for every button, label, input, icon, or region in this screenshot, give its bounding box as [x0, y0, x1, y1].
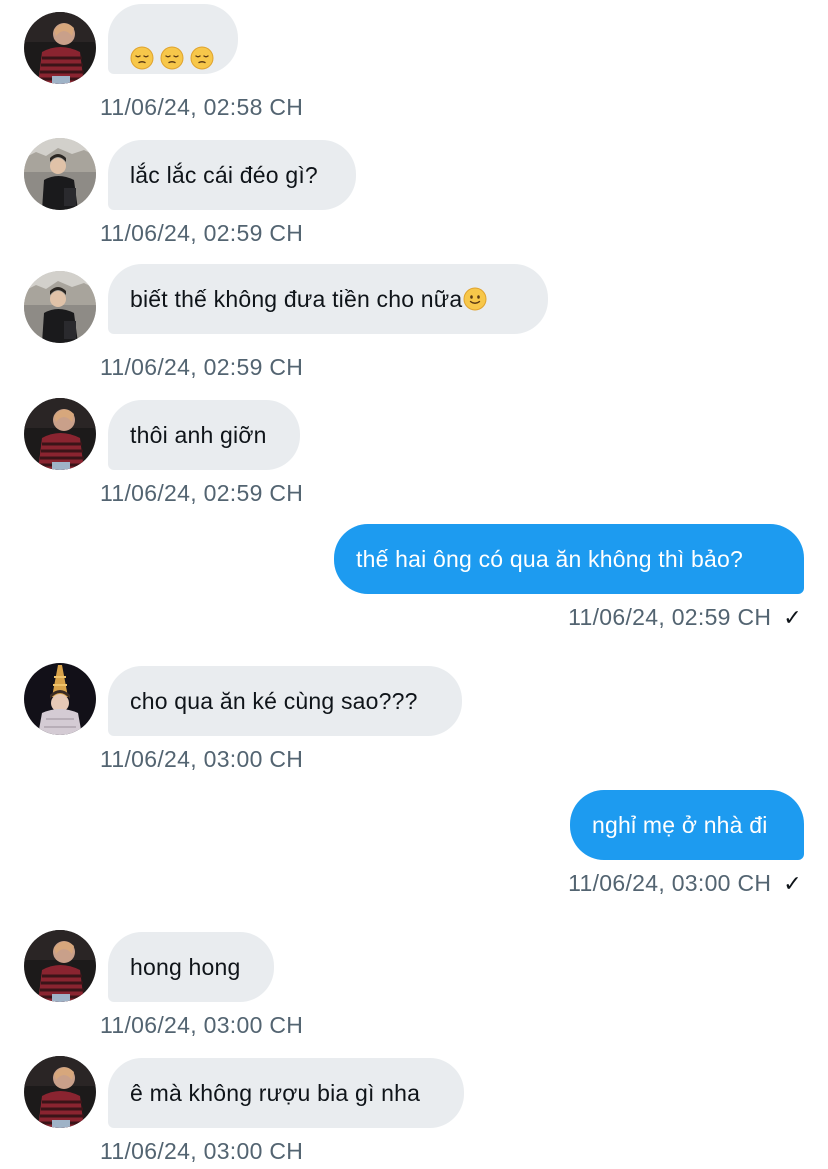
pensive-face-icon	[190, 27, 214, 70]
message-timestamp: 11/06/24, 02:58 CH	[100, 92, 303, 122]
message-timestamp: 11/06/24, 02:59 CH	[100, 478, 303, 508]
message-text: thôi anh giỡn	[130, 422, 267, 448]
sent-check-icon: ✓	[783, 871, 802, 896]
message-timestamp: 11/06/24, 03:00 CH ✓	[568, 868, 802, 899]
timestamp-text: 11/06/24, 03:00 CH	[568, 870, 772, 896]
sender-avatar[interactable]	[24, 138, 96, 210]
outgoing-message-bubble[interactable]: nghỉ mẹ ở nhà đi	[570, 790, 804, 860]
incoming-message-bubble[interactable]: thôi anh giỡn	[108, 400, 300, 470]
message-text: cho qua ăn ké cùng sao???	[130, 688, 418, 714]
incoming-message-bubble[interactable]: cho qua ăn ké cùng sao???	[108, 666, 462, 736]
timestamp-text: 11/06/24, 03:00 CH	[100, 1138, 304, 1164]
slightly-smiling-face-icon	[463, 268, 487, 311]
conversation-thread: 11/06/24, 02:58 CH lắc lắc cái đéo gì? 11…	[0, 0, 828, 1169]
sender-avatar[interactable]	[24, 271, 96, 343]
incoming-message-bubble[interactable]: hong hong	[108, 932, 274, 1002]
message-timestamp: 11/06/24, 02:59 CH ✓	[568, 602, 802, 633]
outgoing-message-bubble[interactable]: thế hai ông có qua ăn không thì bảo?	[334, 524, 804, 594]
emoji-row	[130, 4, 216, 74]
timestamp-text: 11/06/24, 02:58 CH	[100, 94, 304, 120]
sender-avatar[interactable]	[24, 930, 96, 1002]
sender-avatar[interactable]	[24, 12, 96, 84]
message-timestamp: 11/06/24, 03:00 CH	[100, 744, 303, 774]
sender-avatar[interactable]	[24, 398, 96, 470]
incoming-message-bubble[interactable]	[108, 4, 238, 74]
timestamp-text: 11/06/24, 02:59 CH	[568, 604, 772, 630]
timestamp-text: 11/06/24, 02:59 CH	[100, 220, 304, 246]
message-timestamp: 11/06/24, 03:00 CH	[100, 1136, 303, 1166]
sent-check-icon: ✓	[783, 605, 802, 630]
message-timestamp: 11/06/24, 02:59 CH	[100, 352, 303, 382]
message-text: hong hong	[130, 954, 241, 980]
timestamp-text: 11/06/24, 03:00 CH	[100, 746, 304, 772]
message-text: thế hai ông có qua ăn không thì bảo?	[356, 546, 744, 572]
pensive-face-icon	[160, 27, 184, 70]
timestamp-text: 11/06/24, 03:00 CH	[100, 1012, 304, 1038]
incoming-message-bubble[interactable]: lắc lắc cái đéo gì?	[108, 140, 356, 210]
timestamp-text: 11/06/24, 02:59 CH	[100, 480, 304, 506]
message-text: ê mà không rượu bia gì nha	[130, 1080, 421, 1106]
message-text: nghỉ mẹ ở nhà đi	[592, 812, 768, 838]
sender-avatar[interactable]	[24, 1056, 96, 1128]
pensive-face-icon	[130, 27, 154, 70]
incoming-message-bubble[interactable]: biết thế không đưa tiền cho nữa	[108, 264, 548, 334]
timestamp-text: 11/06/24, 02:59 CH	[100, 354, 304, 380]
message-timestamp: 11/06/24, 02:59 CH	[100, 218, 303, 248]
message-timestamp: 11/06/24, 03:00 CH	[100, 1010, 303, 1040]
message-text: lắc lắc cái đéo gì?	[130, 162, 318, 188]
message-text: biết thế không đưa tiền cho nữa	[130, 286, 463, 312]
sender-avatar[interactable]	[24, 663, 96, 735]
incoming-message-bubble[interactable]: ê mà không rượu bia gì nha	[108, 1058, 464, 1128]
